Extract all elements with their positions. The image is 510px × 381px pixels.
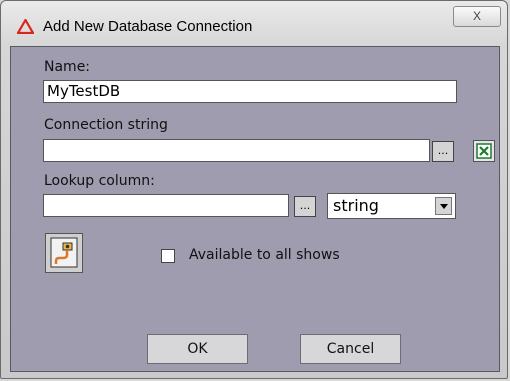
available-to-all-shows-label: Available to all shows bbox=[189, 247, 340, 263]
type-select[interactable]: string bbox=[327, 193, 456, 219]
app-warning-icon bbox=[17, 19, 34, 34]
type-select-value: string bbox=[333, 196, 379, 215]
connection-browse-button[interactable]: ... bbox=[432, 141, 454, 162]
cancel-button[interactable]: Cancel bbox=[300, 334, 401, 364]
lookup-column-input[interactable] bbox=[43, 194, 289, 217]
lookup-column-label: Lookup column: bbox=[44, 173, 155, 189]
connection-string-input[interactable] bbox=[43, 139, 430, 162]
plug-icon bbox=[50, 237, 78, 268]
ok-button[interactable]: OK bbox=[147, 334, 248, 364]
name-input[interactable]: MyTestDB bbox=[43, 80, 457, 103]
name-label: Name: bbox=[44, 59, 91, 75]
excel-icon[interactable] bbox=[473, 140, 495, 162]
connection-string-label: Connection string bbox=[44, 117, 168, 133]
lookup-browse-button[interactable]: ... bbox=[294, 196, 316, 217]
available-to-all-shows-checkbox[interactable] bbox=[161, 249, 175, 263]
close-button[interactable]: X bbox=[453, 6, 501, 27]
connection-plug-button[interactable] bbox=[45, 233, 83, 273]
dialog-client-area: Name: MyTestDB Connection string ... Loo… bbox=[10, 46, 500, 372]
title-bar[interactable]: Add New Database Connection X bbox=[1, 1, 507, 47]
window-title: Add New Database Connection bbox=[43, 18, 253, 35]
close-icon: X bbox=[472, 9, 481, 23]
dialog-window: Add New Database Connection X Name: MyTe… bbox=[0, 0, 508, 379]
chevron-down-icon[interactable] bbox=[435, 197, 452, 215]
